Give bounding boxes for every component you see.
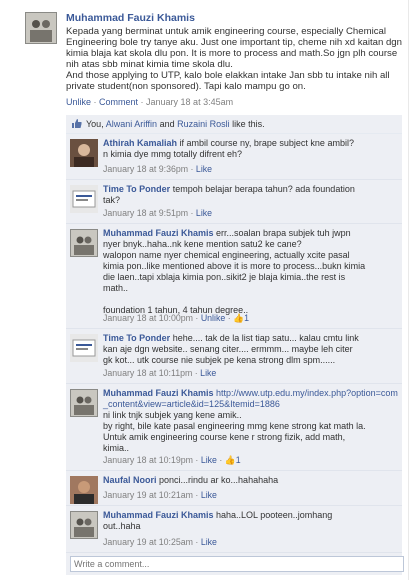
commenter-avatar[interactable] xyxy=(70,476,98,504)
comment-timestamp: January 19 at 10:25am xyxy=(103,537,193,547)
comment-text: Time To Ponder tempoh belajar berapa tah… xyxy=(103,184,398,206)
status-post: Muhammad Fauzi Khamis Kepada yang bermin… xyxy=(0,0,414,115)
comment-timestamp: January 18 at 9:36pm xyxy=(103,164,189,174)
comment-body: ponci...rindu ar ko...hahahaha xyxy=(156,475,279,485)
comment-meta: January 19 at 10:25am · Like xyxy=(103,537,217,547)
comment-text: Naufal Noori ponci...rindu ar ko...hahah… xyxy=(103,475,398,486)
like-link[interactable]: Like xyxy=(200,368,216,378)
comment-meta: January 18 at 10:19pm · Like · 👍1 xyxy=(103,455,241,465)
likes-you: You, xyxy=(86,119,106,129)
commenter-avatar[interactable] xyxy=(70,334,98,362)
commenter-name[interactable]: Muhammad Fauzi Khamis xyxy=(103,510,214,520)
unlike-link[interactable]: Unlike xyxy=(66,97,91,107)
commenter-name[interactable]: Naufal Noori xyxy=(103,475,157,485)
likes-summary: You, Alwani Ariffin and Ruzaini Rosli li… xyxy=(66,115,402,134)
commenter-avatar[interactable] xyxy=(70,185,98,213)
commenter-avatar[interactable] xyxy=(70,139,98,167)
comment-like-count[interactable]: 👍1 xyxy=(225,455,241,465)
comment-text: Athirah Kamaliah if ambil course ny, bra… xyxy=(103,138,398,160)
commenter-name[interactable]: Muhammad Fauzi Khamis xyxy=(103,228,214,238)
likes-and: and xyxy=(157,119,178,129)
comment-meta: January 18 at 9:51pm · Like xyxy=(103,208,213,218)
post-body: Kepada yang berminat untuk amik engineer… xyxy=(66,26,402,93)
commenter-avatar[interactable] xyxy=(70,229,98,257)
like-link[interactable]: Like xyxy=(196,164,212,174)
comment-item: Muhammad Fauzi Khamis http://www.utp.edu… xyxy=(66,384,402,471)
comment-body: ni link tnjk subjek yang kene amik.. by … xyxy=(103,410,366,453)
comment-timestamp: January 18 at 10:00pm xyxy=(103,313,193,323)
comment-text: Muhammad Fauzi Khamis haha..LOL pooteen.… xyxy=(103,510,398,532)
commenter-name[interactable]: Time To Ponder xyxy=(103,333,170,343)
liker-link-1[interactable]: Alwani Ariffin xyxy=(106,119,157,129)
likes-suffix: like this. xyxy=(229,119,265,129)
write-comment-input[interactable] xyxy=(70,556,404,572)
comment-meta: January 18 at 9:36pm · Like xyxy=(103,164,213,174)
comment-text: Muhammad Fauzi Khamis http://www.utp.edu… xyxy=(103,388,398,454)
comment-meta: January 19 at 10:21am · Like xyxy=(103,490,217,500)
like-link[interactable]: Like xyxy=(201,490,217,500)
comment-link[interactable]: Comment xyxy=(99,97,138,107)
liker-link-2[interactable]: Ruzaini Rosli xyxy=(177,119,230,129)
commenter-name[interactable]: Time To Ponder xyxy=(103,184,170,194)
like-link[interactable]: Like xyxy=(196,208,212,218)
commenter-name[interactable]: Athirah Kamaliah xyxy=(103,138,177,148)
comment-timestamp: January 18 at 10:11pm xyxy=(103,368,193,378)
comment-timestamp: January 19 at 10:21am xyxy=(103,490,193,500)
like-link[interactable]: Like xyxy=(201,537,217,547)
comment-text: Time To Ponder hehe.... tak de la list t… xyxy=(103,333,398,366)
comment-item: Time To Ponder hehe.... tak de la list t… xyxy=(66,329,402,384)
comment-item: Muhammad Fauzi Khamis err...soalan brapa… xyxy=(66,224,402,329)
commenter-avatar[interactable] xyxy=(70,511,98,539)
commenter-name[interactable]: Muhammad Fauzi Khamis xyxy=(103,388,214,398)
like-count: 1 xyxy=(235,455,241,465)
comment-item: Athirah Kamaliah if ambil course ny, bra… xyxy=(66,134,402,180)
author-avatar[interactable] xyxy=(25,12,57,44)
comment-body: err...soalan brapa subjek tuh jwpn nyer … xyxy=(103,228,366,315)
comment-item: Time To Ponder tempoh belajar berapa tah… xyxy=(66,180,402,224)
like-count: 1 xyxy=(244,313,249,323)
separator: · xyxy=(91,97,100,107)
comment-item: Naufal Noori ponci...rindu ar ko...hahah… xyxy=(66,471,402,506)
comment-meta: January 18 at 10:11pm · Like xyxy=(103,368,217,378)
comment-like-count[interactable]: 👍1 xyxy=(233,313,249,323)
comment-text: Muhammad Fauzi Khamis err...soalan brapa… xyxy=(103,228,398,316)
post-author[interactable]: Muhammad Fauzi Khamis xyxy=(66,12,195,24)
commenter-avatar[interactable] xyxy=(70,389,98,417)
post-timestamp: · January 18 at 3:45am xyxy=(138,97,234,107)
write-comment-box xyxy=(66,553,404,575)
comment-timestamp: January 18 at 9:51pm xyxy=(103,208,189,218)
thumbs-up-icon xyxy=(72,119,82,128)
unlike-link[interactable]: Unlike xyxy=(201,313,225,323)
comment-meta: January 18 at 10:00pm · Unlike · 👍1 xyxy=(103,313,249,323)
comment-timestamp: January 18 at 10:19pm xyxy=(103,455,193,465)
post-actions: Unlike · Comment · January 18 at 3:45am xyxy=(66,97,233,107)
comment-item: Muhammad Fauzi Khamis haha..LOL pooteen.… xyxy=(66,506,402,553)
like-link[interactable]: Like xyxy=(201,455,217,465)
